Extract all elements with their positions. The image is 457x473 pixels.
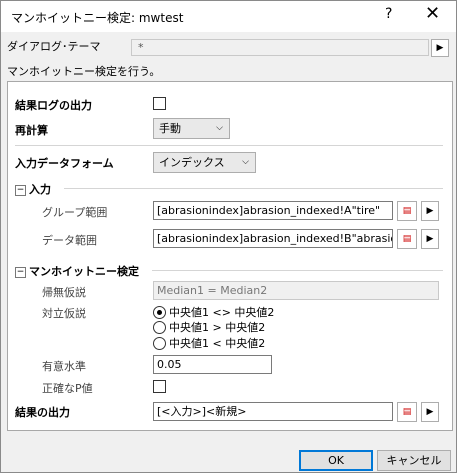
alt-hyp-option-2: 中央値1 > 中央値2 bbox=[169, 321, 266, 334]
range-picker-icon[interactable]: ▤ bbox=[397, 201, 417, 221]
significance-input[interactable]: 0.05 bbox=[153, 355, 272, 374]
settings-panel: 結果ログの出力 再計算 手動 ⌵ 入力データフォーム インデックス ⌵ − 入力 … bbox=[7, 81, 453, 431]
test-group-header[interactable]: − マンホイットニー検定 bbox=[15, 263, 139, 279]
alt-hyp-option-3: 中央値1 < 中央値2 bbox=[169, 337, 266, 350]
output-input[interactable]: [<入力>]<新規> bbox=[153, 402, 393, 421]
group-range-input[interactable]: [abrasionindex]abrasion_indexed!A"tire" bbox=[153, 201, 393, 220]
range-picker-icon[interactable]: ▤ bbox=[397, 229, 417, 249]
output-arrow-button[interactable]: ▶ bbox=[421, 402, 439, 422]
input-group-title: 入力 bbox=[29, 183, 51, 196]
divider bbox=[64, 188, 443, 189]
null-hypothesis-field: Median1 = Median2 bbox=[153, 281, 439, 300]
input-form-value: インデックス bbox=[159, 156, 225, 169]
theme-arrow-button[interactable]: ▶ bbox=[431, 39, 449, 57]
result-log-label: 結果ログの出力 bbox=[15, 99, 92, 112]
alt-hyp-radio-1[interactable] bbox=[153, 306, 166, 319]
exact-p-label: 正確なP値 bbox=[42, 382, 93, 395]
input-group-header[interactable]: − 入力 bbox=[15, 181, 51, 197]
alt-hyp-radio-3[interactable] bbox=[153, 337, 166, 350]
cancel-button[interactable]: キャンセル bbox=[377, 450, 451, 471]
exact-p-checkbox[interactable] bbox=[153, 380, 166, 393]
theme-input[interactable]: * bbox=[131, 39, 429, 56]
group-range-arrow-button[interactable]: ▶ bbox=[421, 201, 439, 221]
alt-hyp-radio-2[interactable] bbox=[153, 321, 166, 334]
title-bar: マンホイットニー検定: mwtest ? ✕ bbox=[1, 1, 456, 32]
data-range-input[interactable]: [abrasionindex]abrasion_indexed!B"abrasi… bbox=[153, 229, 393, 248]
divider bbox=[152, 270, 443, 271]
dialog-window: マンホイットニー検定: mwtest ? ✕ ダイアログ･テーマ * ▶ マンホ… bbox=[0, 0, 457, 473]
result-log-checkbox[interactable] bbox=[153, 97, 166, 110]
recalc-value: 手動 bbox=[159, 122, 181, 135]
input-form-dropdown[interactable]: インデックス ⌵ bbox=[153, 152, 256, 173]
window-title: マンホイットニー検定: mwtest bbox=[11, 11, 184, 25]
chevron-down-icon: ⌵ bbox=[242, 157, 249, 167]
input-form-label: 入力データフォーム bbox=[15, 157, 114, 170]
close-button[interactable]: ✕ bbox=[425, 3, 440, 24]
significance-label: 有意水準 bbox=[42, 360, 86, 373]
group-range-label: グループ範囲 bbox=[42, 206, 108, 219]
recalc-dropdown[interactable]: 手動 ⌵ bbox=[153, 118, 230, 139]
recalc-label: 再計算 bbox=[15, 124, 48, 137]
ok-button[interactable]: OK bbox=[299, 450, 373, 471]
data-range-arrow-button[interactable]: ▶ bbox=[421, 229, 439, 249]
collapse-icon[interactable]: − bbox=[15, 266, 26, 278]
alt-hyp-option-1: 中央値1 <> 中央値2 bbox=[169, 306, 275, 319]
alt-hypothesis-label: 対立仮説 bbox=[42, 307, 86, 320]
chevron-down-icon: ⌵ bbox=[216, 123, 223, 133]
range-picker-icon[interactable]: ▤ bbox=[397, 402, 417, 422]
test-group-title: マンホイットニー検定 bbox=[29, 265, 139, 278]
theme-label: ダイアログ･テーマ bbox=[7, 40, 101, 53]
null-hypothesis-label: 帰無仮説 bbox=[42, 286, 86, 299]
divider bbox=[15, 145, 443, 146]
output-label: 結果の出力 bbox=[15, 406, 70, 419]
collapse-icon[interactable]: − bbox=[15, 184, 26, 196]
description-text: マンホイットニー検定を行う。 bbox=[7, 65, 161, 78]
help-button[interactable]: ? bbox=[385, 6, 392, 22]
data-range-label: データ範囲 bbox=[42, 234, 97, 247]
